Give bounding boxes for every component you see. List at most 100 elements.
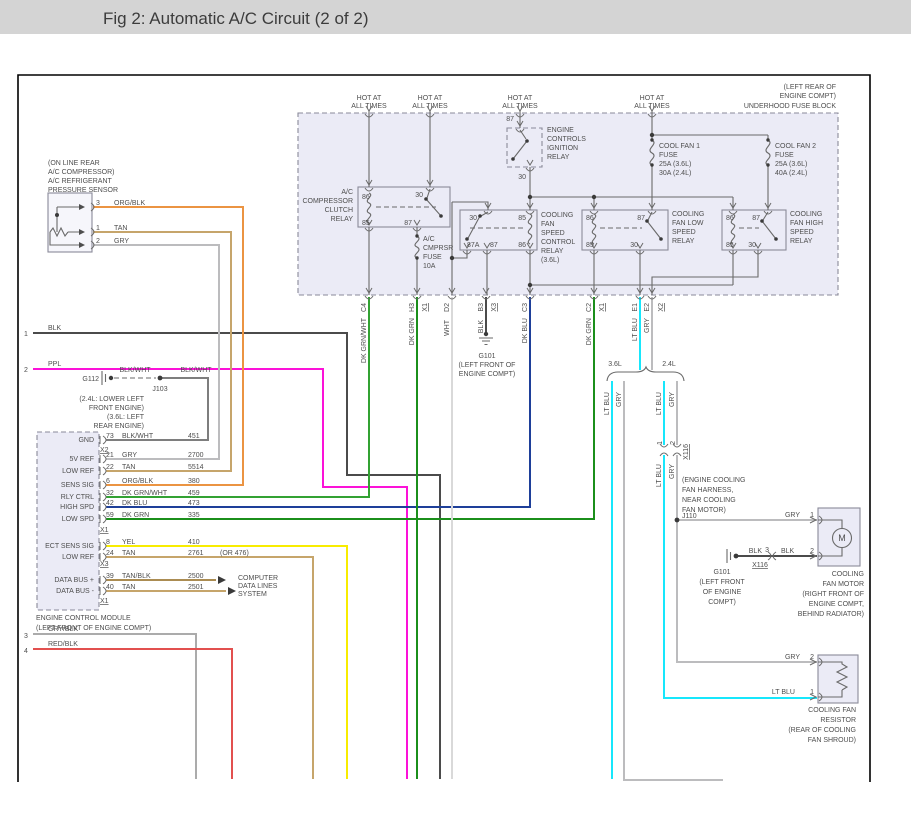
shape bbox=[760, 219, 764, 223]
label: DK GRN bbox=[409, 318, 416, 345]
label: SPEED bbox=[541, 230, 565, 237]
label: 451 bbox=[188, 433, 200, 440]
wire-lt-blu-24 bbox=[664, 381, 817, 698]
label: ENGINE CONTROL MODULE bbox=[36, 615, 131, 622]
label: B3 bbox=[478, 303, 485, 312]
pin-label: 1 bbox=[810, 512, 814, 519]
shape bbox=[659, 237, 663, 241]
pin-label: 85 bbox=[518, 215, 526, 222]
label: COOLING bbox=[541, 212, 573, 219]
ecm-title: ENGINE CONTROL MODULE (LEFT FRONT OF ENG… bbox=[36, 615, 151, 632]
label: (RIGHT FRONT OF bbox=[802, 591, 864, 598]
pin-label: 87 bbox=[637, 215, 645, 222]
label: HIGH SPD bbox=[60, 504, 94, 511]
label: COOL FAN 2 bbox=[775, 143, 816, 150]
label: ENGINE COMPT, bbox=[809, 601, 864, 608]
label: G101 bbox=[713, 569, 730, 576]
wire-dk-grn-wht-459 bbox=[106, 297, 369, 497]
shape bbox=[528, 283, 532, 287]
label: DATA BUS - bbox=[56, 588, 95, 595]
label: UNDERHOOD FUSE BLOCK bbox=[744, 103, 837, 110]
label: OF ENGINE bbox=[703, 589, 742, 596]
label: LOW SPD bbox=[62, 516, 94, 523]
label: 5514 bbox=[188, 464, 204, 471]
pin-label: 3 bbox=[96, 200, 100, 207]
label: COOLING bbox=[672, 211, 704, 218]
shape bbox=[511, 157, 515, 161]
label: ECT SENS SIG bbox=[45, 543, 94, 550]
label: ORG/BLK bbox=[114, 200, 145, 207]
label: 39 bbox=[106, 573, 114, 580]
label: 2700 bbox=[188, 452, 204, 459]
label: H3 bbox=[409, 303, 416, 312]
label: DK GRN/WHT bbox=[122, 490, 168, 497]
label: FAN HIGH bbox=[790, 220, 823, 227]
label: GRY bbox=[644, 318, 651, 333]
label: HOT AT bbox=[508, 95, 533, 102]
label: 2 bbox=[670, 441, 677, 445]
label: 32 bbox=[106, 490, 114, 497]
wire-org-blk-sensor bbox=[93, 207, 243, 485]
wire-red-blk-4 bbox=[33, 649, 232, 779]
pin-label: 86 bbox=[362, 194, 370, 201]
shape bbox=[55, 213, 59, 217]
label: 6 bbox=[106, 478, 110, 485]
label: COOL FAN 1 bbox=[659, 143, 700, 150]
ignition-relay-box bbox=[507, 128, 542, 167]
shape bbox=[465, 237, 469, 241]
label: RELAY bbox=[672, 238, 695, 245]
label: GRY bbox=[122, 452, 137, 459]
label: GRY bbox=[616, 392, 623, 407]
label: LOW REF bbox=[62, 468, 94, 475]
label: (ON LINE REAR bbox=[48, 160, 100, 167]
label: CONTROLS bbox=[547, 136, 586, 143]
pin-label: 1 bbox=[96, 225, 100, 232]
label: DK GRN/WHT bbox=[361, 317, 368, 363]
label: DATA LINES bbox=[238, 583, 278, 590]
label: REAR ENGINE) bbox=[93, 423, 144, 430]
shape bbox=[645, 219, 649, 223]
label: DK BLU bbox=[522, 318, 529, 343]
label: (3.6L) bbox=[541, 257, 559, 264]
component-boxes bbox=[37, 113, 860, 703]
label: 2 bbox=[24, 367, 28, 374]
shape bbox=[650, 133, 654, 137]
label: GRY bbox=[114, 238, 129, 245]
label: BLK/WHT bbox=[122, 433, 154, 440]
label: A/C COMPRESSOR) bbox=[48, 169, 115, 176]
page-title: Fig 2: Automatic A/C Circuit (2 of 2) bbox=[103, 9, 368, 28]
label: COOLING bbox=[790, 211, 822, 218]
label: C3 bbox=[522, 303, 529, 312]
pin-label: 87A bbox=[467, 242, 480, 249]
label: BLK bbox=[781, 548, 795, 555]
label: PRESSURE SENSOR bbox=[48, 187, 118, 194]
label: WHT bbox=[444, 319, 451, 336]
label: FAN MOTOR bbox=[823, 581, 864, 588]
label: RLY CTRL bbox=[61, 494, 94, 501]
label: YEL bbox=[122, 539, 135, 546]
pin-label: 2 bbox=[810, 548, 814, 555]
label: 40A (2.4L) bbox=[775, 170, 807, 177]
label: 335 bbox=[188, 512, 200, 519]
pin-label: 30 bbox=[518, 174, 526, 181]
wire-gry-24 bbox=[677, 381, 817, 662]
pin-label: 87 bbox=[506, 116, 514, 123]
label: X2 bbox=[658, 303, 665, 312]
label: J110 bbox=[682, 513, 697, 520]
label: 30A (2.4L) bbox=[659, 170, 691, 177]
label: FAN HARNESS, bbox=[682, 487, 733, 494]
hot-at-all-times-labels: HOT ATALL TIMES HOT ATALL TIMES HOT ATAL… bbox=[351, 95, 670, 110]
label: LT BLU bbox=[656, 392, 663, 415]
label: A/C bbox=[423, 236, 435, 243]
label: HOT AT bbox=[357, 95, 382, 102]
wiring-diagram-page: Fig 2: Automatic A/C Circuit (2 of 2) bbox=[0, 0, 911, 819]
label: 59 bbox=[106, 512, 114, 519]
label: E1 bbox=[632, 303, 639, 312]
label: X3 bbox=[100, 561, 109, 568]
label: CLUTCH bbox=[325, 207, 353, 214]
pin-label: 30 bbox=[748, 242, 756, 249]
label: 380 bbox=[188, 478, 200, 485]
label: RESISTOR bbox=[820, 717, 856, 724]
label: COOLING bbox=[832, 571, 864, 578]
label: X3 bbox=[491, 303, 498, 312]
